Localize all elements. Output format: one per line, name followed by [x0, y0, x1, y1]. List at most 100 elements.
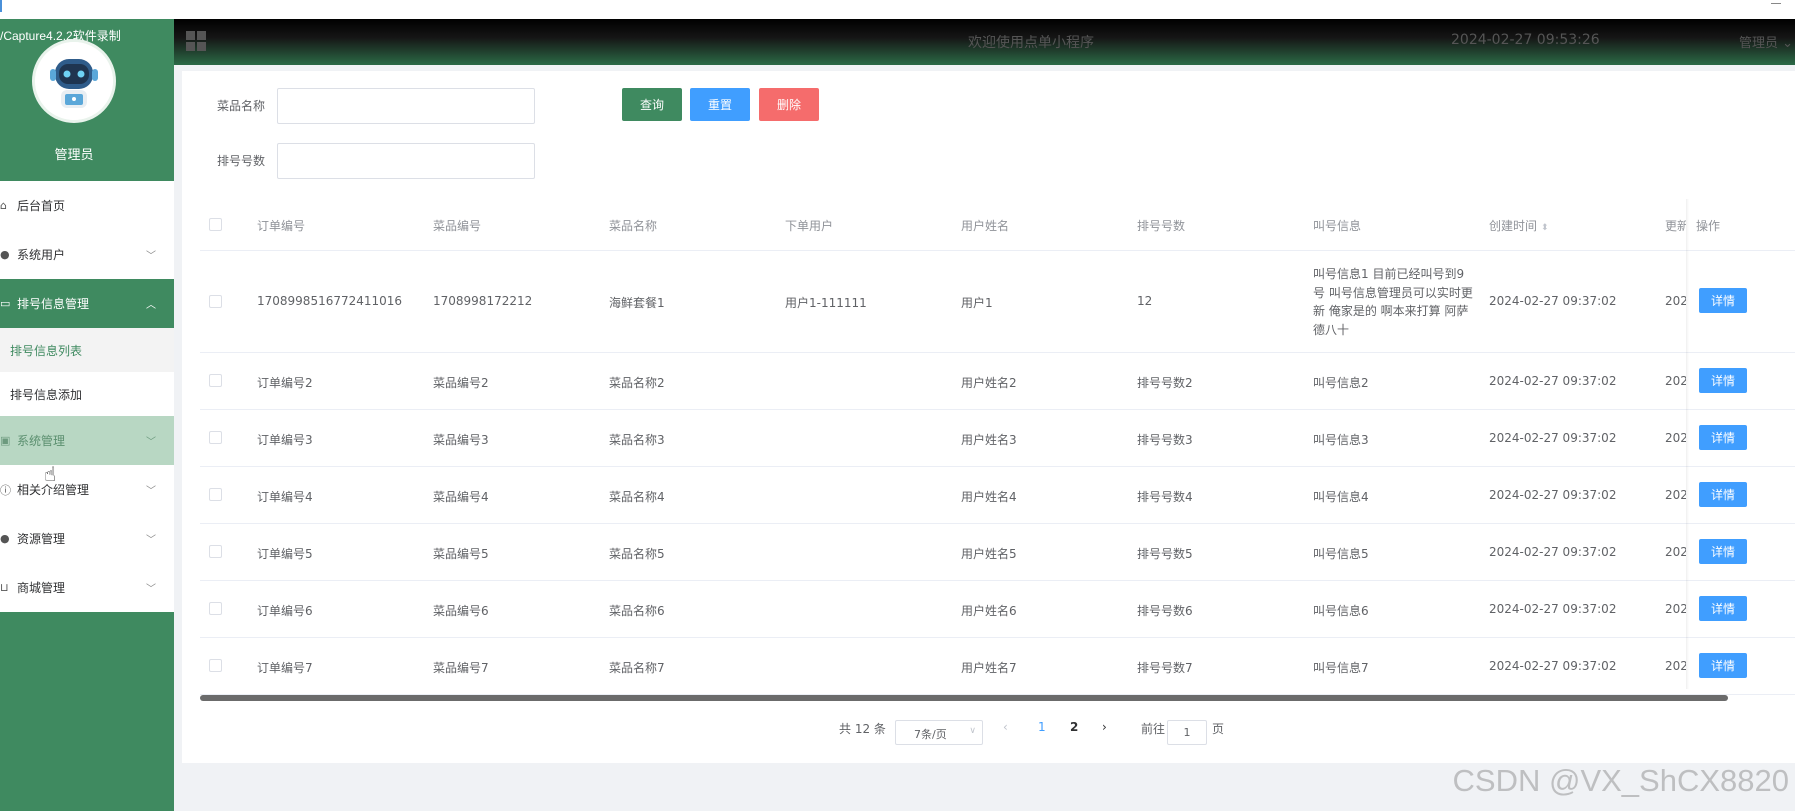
- cell-updated: 202: [1665, 488, 1686, 502]
- detail-button[interactable]: 详情: [1699, 368, 1747, 393]
- top-header: 欢迎使用点单小程序 2024-02-27 09:53:26 管理员 ⌄: [174, 19, 1795, 65]
- row-checkbox[interactable]: [209, 659, 222, 672]
- row-checkbox[interactable]: [209, 602, 222, 615]
- window-edge: [0, 0, 2, 12]
- cell-dish-name: 菜品名称3: [609, 433, 665, 447]
- cell-dish-no: 菜品编号2: [433, 376, 489, 390]
- page-1[interactable]: 1: [1038, 720, 1046, 734]
- cell-dish-no: 菜品编号3: [433, 433, 489, 447]
- table-row: 订单编号6 菜品编号6 菜品名称6 用户姓名6 排号号数6 叫号信息6 2024…: [200, 581, 1795, 638]
- sidebar-item-label: 后台首页: [17, 199, 66, 213]
- sidebar-item-system-management[interactable]: ▣ 系统管理 ﹀: [0, 416, 174, 465]
- sidebar-item-label: 系统管理: [17, 434, 66, 448]
- sidebar-item-system-users[interactable]: ● 系统用户 ﹀: [0, 230, 174, 279]
- cell-queue-no: 排号号数6: [1137, 604, 1193, 618]
- list-icon: ▭: [0, 297, 11, 310]
- cell-updated: 202: [1665, 602, 1686, 616]
- page-2[interactable]: 2: [1070, 720, 1078, 734]
- col-header-order-user: 下单用户: [785, 219, 834, 233]
- detail-button[interactable]: 详情: [1699, 653, 1747, 678]
- sidebar-menu: ⌂ 后台首页 ● 系统用户 ﹀ ▭ 排号信息管理 ︿ 排号信息列表 排号信息添加…: [0, 181, 174, 612]
- detail-button[interactable]: 详情: [1699, 288, 1747, 313]
- goto-page-input[interactable]: 1: [1167, 720, 1207, 745]
- cell-order-no: 订单编号2: [257, 376, 313, 390]
- dish-name-input[interactable]: [277, 88, 535, 124]
- col-header-actions: 操作: [1696, 219, 1721, 233]
- info-icon: ⓘ: [0, 483, 11, 497]
- goto-prefix: 前往: [1141, 722, 1166, 736]
- goto-suffix: 页: [1212, 722, 1225, 736]
- cell-dish-name: 菜品名称2: [609, 376, 665, 390]
- cell-created: 2024-02-27 09:37:02: [1489, 431, 1617, 445]
- cell-order-no: 1708998516772411016: [257, 294, 403, 308]
- fixed-column-shadow: [1686, 199, 1689, 689]
- minimize-icon[interactable]: [1771, 3, 1781, 4]
- sidebar-item-queue-management[interactable]: ▭ 排号信息管理 ︿: [0, 279, 174, 328]
- sidebar-item-resource-management[interactable]: ● 资源管理 ﹀: [0, 514, 174, 563]
- row-checkbox[interactable]: [209, 431, 222, 444]
- chevron-down-icon: ∨: [969, 726, 976, 736]
- prev-page-icon[interactable]: ‹: [1003, 720, 1008, 734]
- menu-toggle-icon[interactable]: [186, 31, 206, 51]
- detail-button[interactable]: 详情: [1699, 539, 1747, 564]
- pagination-total: 共 12 条: [839, 722, 886, 736]
- cell-user-name: 用户1: [961, 296, 993, 310]
- delete-button[interactable]: 删除: [759, 88, 819, 121]
- sidebar-subitem-queue-list[interactable]: 排号信息列表: [0, 328, 174, 372]
- col-header-dish-no: 菜品编号: [433, 219, 482, 233]
- cell-user-name: 用户姓名7: [961, 661, 1017, 675]
- query-button[interactable]: 查询: [622, 88, 682, 121]
- sidebar-item-shop-management[interactable]: ⊔ 商城管理 ﹀: [0, 563, 174, 612]
- cell-call-info: 叫号信息5: [1313, 547, 1369, 561]
- cell-queue-no: 排号号数7: [1137, 661, 1193, 675]
- table-row: 订单编号5 菜品编号5 菜品名称5 用户姓名5 排号号数5 叫号信息5 2024…: [200, 524, 1795, 581]
- cell-queue-no: 排号号数3: [1137, 433, 1193, 447]
- table-row: 订单编号2 菜品编号2 菜品名称2 用户姓名2 排号号数2 叫号信息2 2024…: [200, 353, 1795, 410]
- sidebar-item-label: 系统用户: [17, 248, 66, 262]
- robot-avatar-icon: [35, 42, 113, 120]
- chevron-down-icon: ﹀: [146, 584, 156, 595]
- sidebar-item-intro-management[interactable]: ⓘ 相关介绍管理 ﹀: [0, 465, 174, 514]
- col-header-created[interactable]: 创建时间 ⬍: [1489, 217, 1549, 234]
- cell-queue-no: 排号号数2: [1137, 376, 1193, 390]
- select-all-checkbox[interactable]: [209, 218, 222, 231]
- cell-user-name: 用户姓名5: [961, 547, 1017, 561]
- horizontal-scrollbar[interactable]: [200, 695, 1728, 701]
- cell-dish-name: 菜品名称7: [609, 661, 665, 675]
- page-size-select[interactable]: 7条/页 ∨: [895, 720, 983, 745]
- col-header-dish-name: 菜品名称: [609, 219, 658, 233]
- cell-call-info: 叫号信息4: [1313, 490, 1369, 504]
- sort-icon[interactable]: ⬍: [1541, 223, 1549, 233]
- avatar: [32, 39, 116, 123]
- table-row: 1708998516772411016 1708998172212 海鲜套餐1 …: [200, 251, 1795, 353]
- cell-dish-name: 菜品名称4: [609, 490, 665, 504]
- sidebar-item-home[interactable]: ⌂ 后台首页: [0, 181, 174, 230]
- header-datetime: 2024-02-27 09:53:26: [1451, 32, 1600, 48]
- chevron-down-icon: ﹀: [146, 486, 156, 497]
- col-header-queue-no: 排号号数: [1137, 219, 1186, 233]
- cell-dish-name: 菜品名称6: [609, 604, 665, 618]
- row-checkbox[interactable]: [209, 295, 222, 308]
- cell-created: 2024-02-27 09:37:02: [1489, 488, 1617, 502]
- sidebar-subitem-queue-add[interactable]: 排号信息添加: [0, 372, 174, 416]
- detail-button[interactable]: 详情: [1699, 482, 1747, 507]
- cell-created: 2024-02-27 09:37:02: [1489, 602, 1617, 616]
- cell-dish-name: 海鲜套餐1: [609, 296, 665, 310]
- queue-number-input[interactable]: [277, 143, 535, 179]
- col-header-updated: 更新: [1665, 219, 1686, 233]
- chevron-up-icon: ︿: [146, 300, 156, 311]
- settings-icon: ▣: [0, 434, 11, 447]
- detail-button[interactable]: 详情: [1699, 425, 1747, 450]
- next-page-icon[interactable]: ›: [1102, 720, 1107, 734]
- row-checkbox[interactable]: [209, 488, 222, 501]
- row-checkbox[interactable]: [209, 374, 222, 387]
- chevron-down-icon: ⌄: [1777, 36, 1793, 51]
- window-top-strip: [0, 0, 1795, 19]
- reset-button[interactable]: 重置: [690, 88, 750, 121]
- row-checkbox[interactable]: [209, 545, 222, 558]
- cell-dish-no: 菜品编号5: [433, 547, 489, 561]
- table-row: 订单编号7 菜品编号7 菜品名称7 用户姓名7 排号号数7 叫号信息7 2024…: [200, 638, 1795, 695]
- detail-button[interactable]: 详情: [1699, 596, 1747, 621]
- user-icon: ●: [0, 248, 10, 261]
- user-dropdown[interactable]: 管理员 ⌄: [1739, 32, 1793, 51]
